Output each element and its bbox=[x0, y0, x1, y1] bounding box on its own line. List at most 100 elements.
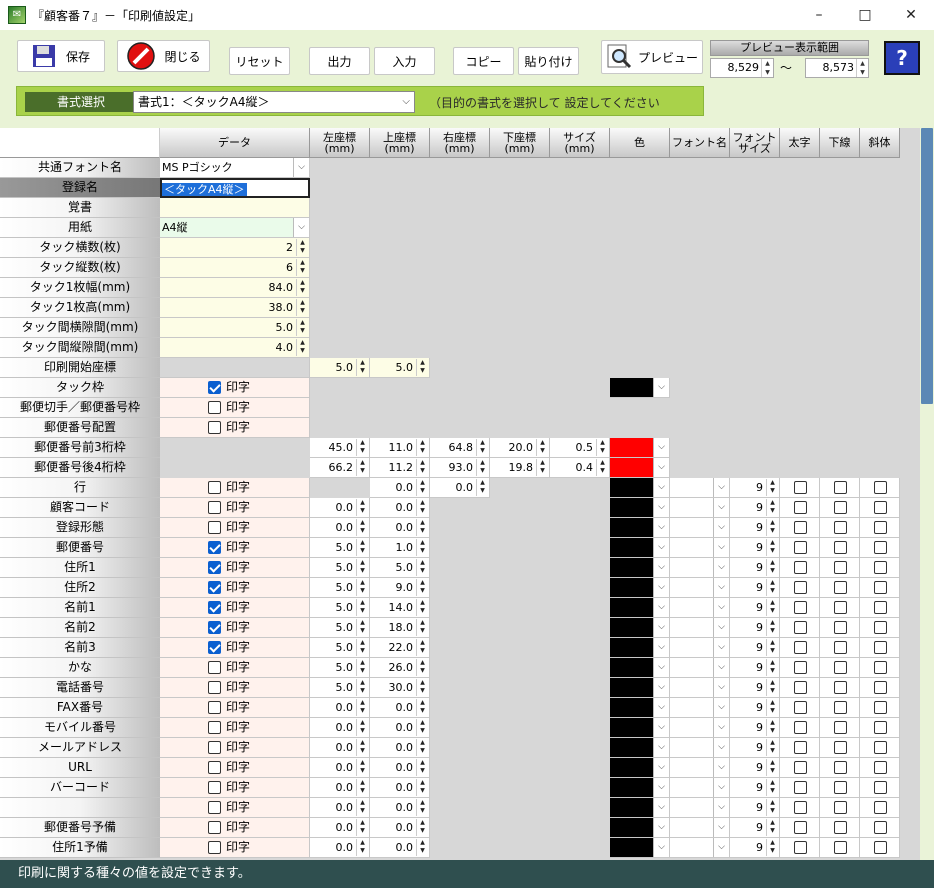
underline-checkbox-cell[interactable] bbox=[820, 498, 860, 518]
underline-checkbox-cell[interactable] bbox=[820, 738, 860, 758]
preview-button[interactable]: プレビュー bbox=[601, 40, 703, 74]
frame-color-select[interactable]: ⌵ bbox=[610, 378, 670, 398]
font-name-select[interactable]: ⌵ bbox=[670, 618, 730, 638]
spinner-icon[interactable]: ▲ ▼ bbox=[766, 759, 778, 776]
number-field[interactable]: 0.0 ▲ ▼ bbox=[310, 758, 370, 778]
number-field[interactable]: 0.0 ▲ ▼ bbox=[430, 478, 490, 498]
color-select[interactable]: ⌵ bbox=[610, 498, 670, 518]
font-name-select[interactable]: ⌵ bbox=[670, 578, 730, 598]
print-checkbox-cell[interactable]: 印字 bbox=[160, 498, 310, 518]
checkbox[interactable] bbox=[833, 481, 847, 494]
number-field[interactable]: 0.0 ▲ ▼ bbox=[370, 798, 430, 818]
checkbox[interactable] bbox=[793, 581, 807, 594]
checkbox[interactable] bbox=[793, 681, 807, 694]
spinner-icon[interactable]: ▲ ▼ bbox=[766, 639, 778, 656]
spinner-icon[interactable]: ▲ ▼ bbox=[766, 659, 778, 676]
number-field[interactable]: 0.5 ▲ ▼ bbox=[550, 438, 610, 458]
spinner-icon[interactable]: ▲ ▼ bbox=[766, 779, 778, 796]
checkbox[interactable] bbox=[208, 821, 221, 834]
underline-checkbox-cell[interactable] bbox=[820, 618, 860, 638]
number-field[interactable]: 0.0 ▲ ▼ bbox=[310, 838, 370, 858]
checkbox[interactable] bbox=[873, 501, 887, 514]
spinner-icon[interactable]: ▲ ▼ bbox=[356, 779, 368, 796]
spinner-icon[interactable]: ▲ ▼ bbox=[766, 619, 778, 636]
checkbox[interactable] bbox=[793, 761, 807, 774]
underline-checkbox-cell[interactable] bbox=[820, 838, 860, 858]
select-field[interactable]: MS Pゴシック ⌵ bbox=[160, 158, 310, 178]
spinner-icon[interactable]: ▲ ▼ bbox=[356, 519, 368, 536]
checkbox[interactable] bbox=[793, 501, 807, 514]
save-button[interactable]: 保存 bbox=[17, 40, 105, 72]
color-select[interactable]: ⌵ bbox=[610, 598, 670, 618]
color-select[interactable]: ⌵ bbox=[610, 798, 670, 818]
spinner-icon[interactable]: ▲ ▼ bbox=[596, 459, 608, 476]
format-select[interactable]: 書式1：＜タックA4縦＞ ⌵ bbox=[133, 91, 415, 113]
number-field[interactable]: 0.0 ▲ ▼ bbox=[370, 818, 430, 838]
checkbox[interactable] bbox=[793, 601, 807, 614]
checkbox[interactable] bbox=[873, 481, 887, 494]
color-select[interactable]: ⌵ bbox=[610, 618, 670, 638]
spinner-icon[interactable]: ▲ ▼ bbox=[296, 339, 308, 356]
italic-checkbox-cell[interactable] bbox=[860, 478, 900, 498]
number-field[interactable]: 0.0 ▲ ▼ bbox=[370, 738, 430, 758]
number-field[interactable]: 66.2 ▲ ▼ bbox=[310, 458, 370, 478]
spinner-icon[interactable]: ▲ ▼ bbox=[416, 459, 428, 476]
font-size-field[interactable]: 9 ▲ ▼ bbox=[730, 698, 780, 718]
bold-checkbox-cell[interactable] bbox=[780, 478, 820, 498]
font-size-field[interactable]: 9 ▲ ▼ bbox=[730, 818, 780, 838]
font-size-field[interactable]: 9 ▲ ▼ bbox=[730, 558, 780, 578]
bold-checkbox-cell[interactable] bbox=[780, 618, 820, 638]
color-select[interactable]: ⌵ bbox=[610, 818, 670, 838]
spinner-icon[interactable]: ▲ ▼ bbox=[356, 719, 368, 736]
font-size-field[interactable]: 9 ▲ ▼ bbox=[730, 598, 780, 618]
number-field[interactable]: 2 ▲ ▼ bbox=[160, 238, 310, 258]
print-checkbox-cell[interactable]: 印字 bbox=[160, 518, 310, 538]
number-field[interactable]: 0.0 ▲ ▼ bbox=[370, 718, 430, 738]
spinner-icon[interactable]: ▲ ▼ bbox=[416, 719, 428, 736]
spinner-icon[interactable]: ▲ ▼ bbox=[416, 659, 428, 676]
spinner-icon[interactable]: ▲ ▼ bbox=[416, 799, 428, 816]
italic-checkbox-cell[interactable] bbox=[860, 658, 900, 678]
font-size-field[interactable]: 9 ▲ ▼ bbox=[730, 578, 780, 598]
checkbox[interactable] bbox=[208, 641, 221, 654]
checkbox[interactable] bbox=[793, 521, 807, 534]
print-checkbox-cell[interactable]: 印字 bbox=[160, 778, 310, 798]
underline-checkbox-cell[interactable] bbox=[820, 698, 860, 718]
checkbox[interactable] bbox=[208, 381, 221, 394]
checkbox[interactable] bbox=[833, 721, 847, 734]
color-select[interactable]: ⌵ bbox=[610, 678, 670, 698]
spinner-icon[interactable]: ▲ ▼ bbox=[416, 779, 428, 796]
font-name-select[interactable]: ⌵ bbox=[670, 538, 730, 558]
bold-checkbox-cell[interactable] bbox=[780, 818, 820, 838]
color-select[interactable]: ⌵ bbox=[610, 778, 670, 798]
number-field[interactable]: 5.0 ▲ ▼ bbox=[310, 358, 370, 378]
checkbox[interactable] bbox=[208, 681, 221, 694]
checkbox[interactable] bbox=[793, 801, 807, 814]
input-button[interactable]: 入力 bbox=[374, 47, 435, 75]
spinner-icon[interactable]: ▲ ▼ bbox=[766, 579, 778, 596]
spinner-icon[interactable]: ▲ ▼ bbox=[536, 439, 548, 456]
number-field[interactable]: 20.0 ▲ ▼ bbox=[490, 438, 550, 458]
checkbox[interactable] bbox=[873, 841, 887, 854]
spinner-icon[interactable]: ▲ ▼ bbox=[416, 479, 428, 496]
spinner-icon[interactable]: ▲ ▼ bbox=[766, 699, 778, 716]
color-select[interactable]: ⌵ bbox=[610, 838, 670, 858]
bold-checkbox-cell[interactable] bbox=[780, 778, 820, 798]
checkbox[interactable] bbox=[793, 541, 807, 554]
spinner-icon[interactable]: ▲ ▼ bbox=[296, 239, 308, 256]
preview-to-field[interactable]: 8,573 ▲ ▼ bbox=[805, 58, 869, 78]
spinner-icon[interactable]: ▲ ▼ bbox=[416, 759, 428, 776]
color-select[interactable]: ⌵ bbox=[610, 718, 670, 738]
number-field[interactable]: 11.0 ▲ ▼ bbox=[370, 438, 430, 458]
checkbox[interactable] bbox=[833, 701, 847, 714]
number-field[interactable]: 30.0 ▲ ▼ bbox=[370, 678, 430, 698]
bold-checkbox-cell[interactable] bbox=[780, 658, 820, 678]
number-field[interactable]: 5.0 ▲ ▼ bbox=[310, 598, 370, 618]
number-field[interactable]: 0.0 ▲ ▼ bbox=[370, 698, 430, 718]
number-field[interactable]: 93.0 ▲ ▼ bbox=[430, 458, 490, 478]
print-checkbox-cell[interactable]: 印字 bbox=[160, 558, 310, 578]
print-checkbox-cell[interactable]: 印字 bbox=[160, 838, 310, 858]
number-field[interactable]: 0.0 ▲ ▼ bbox=[370, 758, 430, 778]
italic-checkbox-cell[interactable] bbox=[860, 738, 900, 758]
font-name-select[interactable]: ⌵ bbox=[670, 738, 730, 758]
